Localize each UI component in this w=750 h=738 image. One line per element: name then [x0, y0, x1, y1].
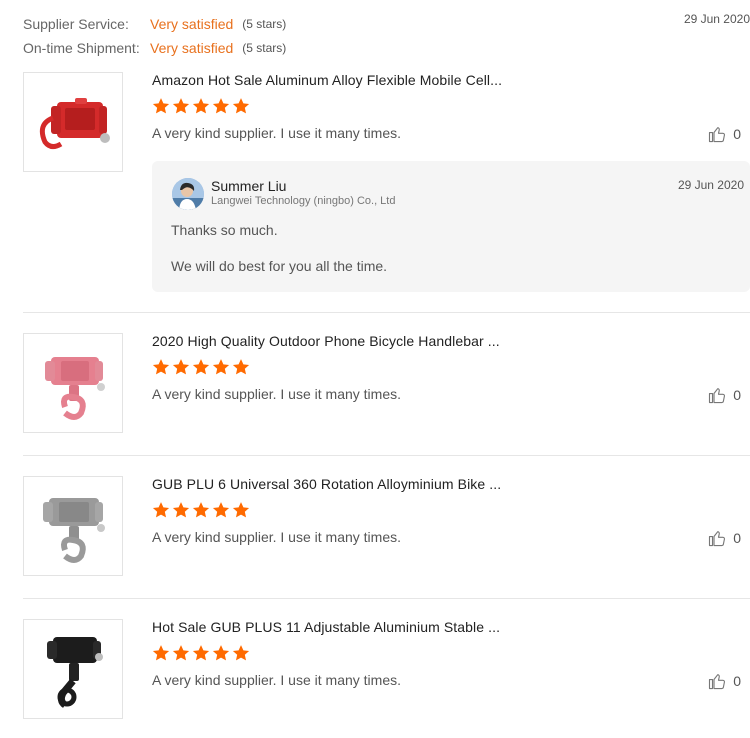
- star-icon: [172, 502, 190, 518]
- on-time-shipment-value: Very satisfied: [150, 40, 234, 56]
- reply-text: We will do best for you all the time.: [171, 258, 388, 274]
- supplier-service-label: Supplier Service:: [23, 16, 129, 32]
- like-button[interactable]: 0: [708, 672, 741, 690]
- black-phone-holder-image: [47, 637, 103, 708]
- product-thumbnail[interactable]: [23, 333, 123, 433]
- star-icon: [152, 359, 170, 375]
- star-icon: [152, 98, 170, 114]
- product-title[interactable]: Amazon Hot Sale Aluminum Alloy Flexible …: [152, 72, 502, 88]
- star-icon: [212, 502, 230, 518]
- star-icon: [212, 98, 230, 114]
- star-icon: [212, 359, 230, 375]
- like-button[interactable]: 0: [708, 386, 741, 404]
- star-icon: [152, 645, 170, 661]
- star-rating: [152, 644, 250, 662]
- like-count: 0: [733, 530, 741, 546]
- product-title[interactable]: GUB PLU 6 Universal 360 Rotation Alloymi…: [152, 476, 501, 492]
- like-button[interactable]: 0: [708, 125, 741, 143]
- supplier-reply: Summer Liu Langwei Technology (ningbo) C…: [152, 161, 750, 292]
- on-time-shipment-stars: (5 stars): [242, 41, 287, 55]
- divider: [23, 455, 750, 456]
- supplier-service-row: Supplier Service: Very satisfied (5 star…: [23, 12, 750, 36]
- rating-summary: Supplier Service: Very satisfied (5 star…: [23, 12, 750, 60]
- star-icon: [152, 502, 170, 518]
- star-icon: [232, 98, 250, 114]
- on-time-shipment-row: On-time Shipment: Very satisfied (5 star…: [23, 36, 750, 60]
- divider: [23, 598, 750, 599]
- product-thumbnail[interactable]: [23, 72, 123, 172]
- review-date: 29 Jun 2020: [683, 12, 750, 26]
- supplier-service-value: Very satisfied: [150, 16, 234, 32]
- reply-text: Thanks so much.: [171, 222, 278, 238]
- silver-phone-holder-image: [43, 498, 105, 563]
- like-count: 0: [733, 387, 741, 403]
- avatar: [172, 178, 204, 210]
- product-thumbnail[interactable]: [23, 619, 123, 719]
- like-count: 0: [733, 126, 741, 142]
- reply-date: 29 Jun 2020: [677, 178, 744, 192]
- red-phone-holder-image: [39, 98, 110, 150]
- star-icon: [212, 645, 230, 661]
- supplier-service-stars: (5 stars): [242, 17, 287, 31]
- pink-phone-holder-image: [45, 357, 105, 420]
- review-comment: A very kind supplier. I use it many time…: [152, 125, 401, 141]
- star-icon: [232, 359, 250, 375]
- star-icon: [232, 502, 250, 518]
- star-icon: [172, 98, 190, 114]
- thumbs-up-icon: [709, 127, 726, 143]
- divider: [23, 312, 750, 313]
- review-comment: A very kind supplier. I use it many time…: [152, 529, 401, 545]
- thumbs-up-icon: [709, 674, 726, 690]
- on-time-shipment-label: On-time Shipment:: [23, 40, 140, 56]
- review-comment: A very kind supplier. I use it many time…: [152, 386, 401, 402]
- star-icon: [192, 645, 210, 661]
- star-rating: [152, 358, 250, 376]
- review-item: 2020 High Quality Outdoor Phone Bicycle …: [23, 333, 750, 435]
- star-rating: [152, 501, 250, 519]
- like-button[interactable]: 0: [708, 529, 741, 547]
- product-thumbnail[interactable]: [23, 476, 123, 576]
- product-title[interactable]: 2020 High Quality Outdoor Phone Bicycle …: [152, 333, 500, 349]
- star-icon: [172, 645, 190, 661]
- star-icon: [192, 359, 210, 375]
- review-item: Amazon Hot Sale Aluminum Alloy Flexible …: [23, 72, 750, 302]
- star-icon: [192, 98, 210, 114]
- thumbs-up-icon: [709, 388, 726, 404]
- thumbs-up-icon: [709, 531, 726, 547]
- star-icon: [172, 359, 190, 375]
- like-count: 0: [733, 673, 741, 689]
- product-title[interactable]: Hot Sale GUB PLUS 11 Adjustable Aluminiu…: [152, 619, 500, 635]
- star-icon: [192, 502, 210, 518]
- reply-author-name: Summer Liu: [211, 178, 287, 194]
- review-item: GUB PLU 6 Universal 360 Rotation Alloymi…: [23, 476, 750, 578]
- star-rating: [152, 97, 250, 115]
- reply-author-company: Langwei Technology (ningbo) Co., Ltd: [211, 195, 396, 207]
- review-item: Hot Sale GUB PLUS 11 Adjustable Aluminiu…: [23, 619, 750, 721]
- star-icon: [232, 645, 250, 661]
- review-comment: A very kind supplier. I use it many time…: [152, 672, 401, 688]
